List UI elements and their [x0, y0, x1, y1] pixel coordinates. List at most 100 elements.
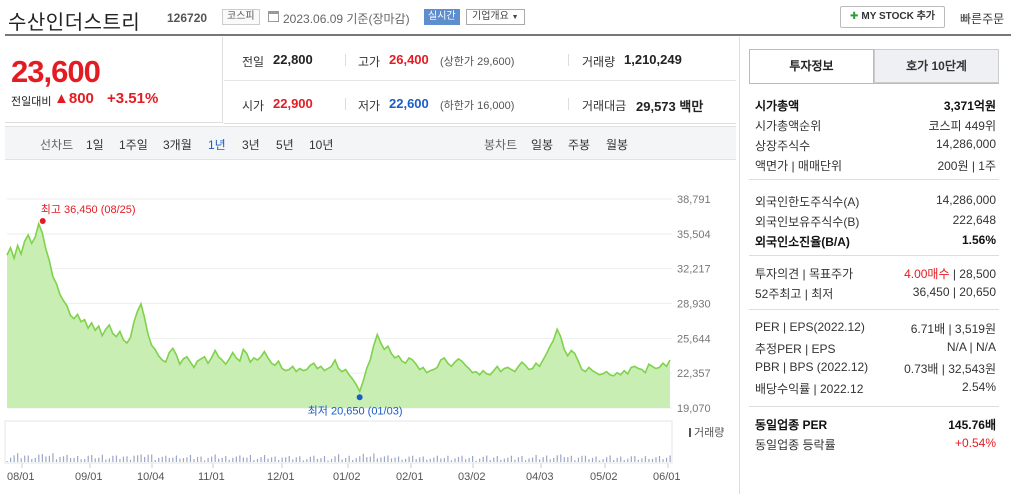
candle-monthly[interactable]: 월봉: [606, 136, 628, 153]
volume-bar: [507, 457, 509, 462]
volume-bar: [302, 460, 304, 462]
high-label: 고가: [358, 55, 381, 69]
volume-bar: [479, 458, 481, 462]
volume-bar: [41, 454, 43, 462]
volume-bar: [196, 457, 199, 462]
volume-bar: [560, 454, 562, 462]
corp-info-dropdown[interactable]: 기업개요 ▼: [466, 9, 525, 25]
period-5y[interactable]: 5년: [276, 136, 294, 153]
volume-bar: [200, 456, 202, 462]
volume-bar: [80, 459, 82, 462]
info-value-text: 1.56%: [961, 233, 996, 247]
volume-bar: [665, 457, 668, 462]
volume-bar: [62, 456, 65, 462]
volume-bar: [510, 455, 513, 462]
info-value: 3,371억원: [944, 97, 996, 114]
volume-bar: [390, 458, 393, 462]
quick-order-link[interactable]: 빠른주문: [960, 10, 1004, 27]
realtime-button[interactable]: 실시간: [424, 9, 460, 25]
change-label: 전일대비: [11, 96, 52, 108]
volume-bar: [658, 455, 661, 462]
add-mystock-button[interactable]: ✚ MY STOCK 추가: [840, 6, 945, 28]
period-1y[interactable]: 1년: [208, 136, 226, 153]
volume-bar: [606, 457, 608, 462]
info-value: 145.76배: [948, 416, 996, 433]
tab-orderbook[interactable]: 호가 10단계: [874, 49, 999, 83]
y-tick-label: 25,644: [677, 333, 711, 345]
y-tick-label: 35,504: [677, 229, 711, 241]
volume-bar: [165, 455, 167, 462]
volume-bar: [517, 457, 520, 462]
volume-bar: [59, 456, 61, 462]
period-10y[interactable]: 10년: [309, 136, 333, 153]
period-1w[interactable]: 1주일: [119, 136, 148, 153]
volume-bar: [496, 456, 498, 462]
volume-bar: [609, 455, 611, 462]
volume-bar: [94, 458, 96, 462]
volume-bar: [447, 455, 449, 462]
volume-bar: [655, 457, 657, 462]
volume-bar: [535, 454, 537, 462]
lower-limit: (하한가 16,000): [440, 100, 515, 112]
change-amount: 800: [68, 90, 94, 107]
info-value: N/A | N/A: [947, 340, 996, 354]
volume-bar: [133, 455, 135, 462]
volume-bar: [147, 454, 149, 462]
volume-bar: [45, 456, 47, 462]
info-value-text: 222,648: [952, 213, 996, 227]
volume-bar: [380, 457, 382, 462]
x-tick-label: 01/02: [333, 471, 361, 483]
prev-close-value: 22,800: [273, 52, 313, 67]
x-tick-label: 08/01: [7, 471, 35, 483]
volume-bar: [136, 455, 139, 462]
volume-bar: [443, 458, 445, 462]
volume-bar: [549, 459, 551, 462]
volume-bar: [126, 456, 128, 462]
volume-bar: [387, 455, 389, 462]
volume-label: 거래량: [582, 55, 616, 69]
header-divider: [5, 34, 1011, 36]
info-row: 외국인보유주식수(B) 222,648: [755, 211, 996, 231]
volume-bar: [309, 456, 311, 462]
info-value: 14,286,000: [936, 137, 996, 151]
candle-weekly[interactable]: 주봉: [568, 136, 590, 153]
volume-bar: [179, 458, 181, 462]
period-3y[interactable]: 3년: [242, 136, 260, 153]
period-3m[interactable]: 3개월: [163, 136, 192, 153]
volume-bar: [320, 458, 322, 462]
volume-bar: [405, 458, 407, 462]
period-1d[interactable]: 1일: [86, 136, 104, 153]
volume-bar: [415, 459, 417, 462]
volume-bar: [313, 455, 315, 462]
high-annotation: 최고 36,450 (08/25): [41, 203, 136, 216]
volume-bar: [270, 457, 273, 462]
tab-invest-info[interactable]: 투자정보: [749, 49, 874, 83]
x-tick-label: 02/01: [396, 471, 424, 483]
volume-bar: [323, 456, 326, 462]
y-tick-label: 32,217: [677, 264, 711, 276]
info-row: 추정PER | EPS N/A | N/A: [755, 338, 996, 358]
info-value-text: 2.54%: [961, 380, 996, 394]
candle-daily[interactable]: 일봉: [531, 136, 553, 153]
current-price: 23,600: [11, 54, 101, 89]
volume-bar: [426, 459, 428, 462]
volume-bar: [641, 458, 643, 462]
volume-bar: [239, 455, 241, 462]
volume-bar: [112, 455, 114, 462]
info-label: 동일업종 등락률: [755, 438, 836, 452]
volume-bar: [87, 455, 89, 462]
volume-bar: [577, 457, 580, 462]
volume-bar: [161, 456, 163, 462]
x-tick-label: 09/01: [75, 471, 103, 483]
volume-bar: [362, 453, 364, 462]
volume-bar: [327, 460, 329, 462]
volume-bar: [203, 460, 206, 462]
volume-bar: [31, 459, 33, 462]
price-chart[interactable]: 38,791 35,504 32,217 28,930 25,644 22,357 19,0…: [0, 160, 736, 494]
info-row: 액면가 | 매매단위 200원 | 1주: [755, 155, 996, 175]
y-tick-label: 38,791: [677, 194, 711, 206]
volume-bar: [211, 456, 213, 462]
x-tick-label: 03/02: [458, 471, 486, 483]
volume-bar: [348, 455, 350, 462]
volume-bar: [218, 458, 220, 462]
